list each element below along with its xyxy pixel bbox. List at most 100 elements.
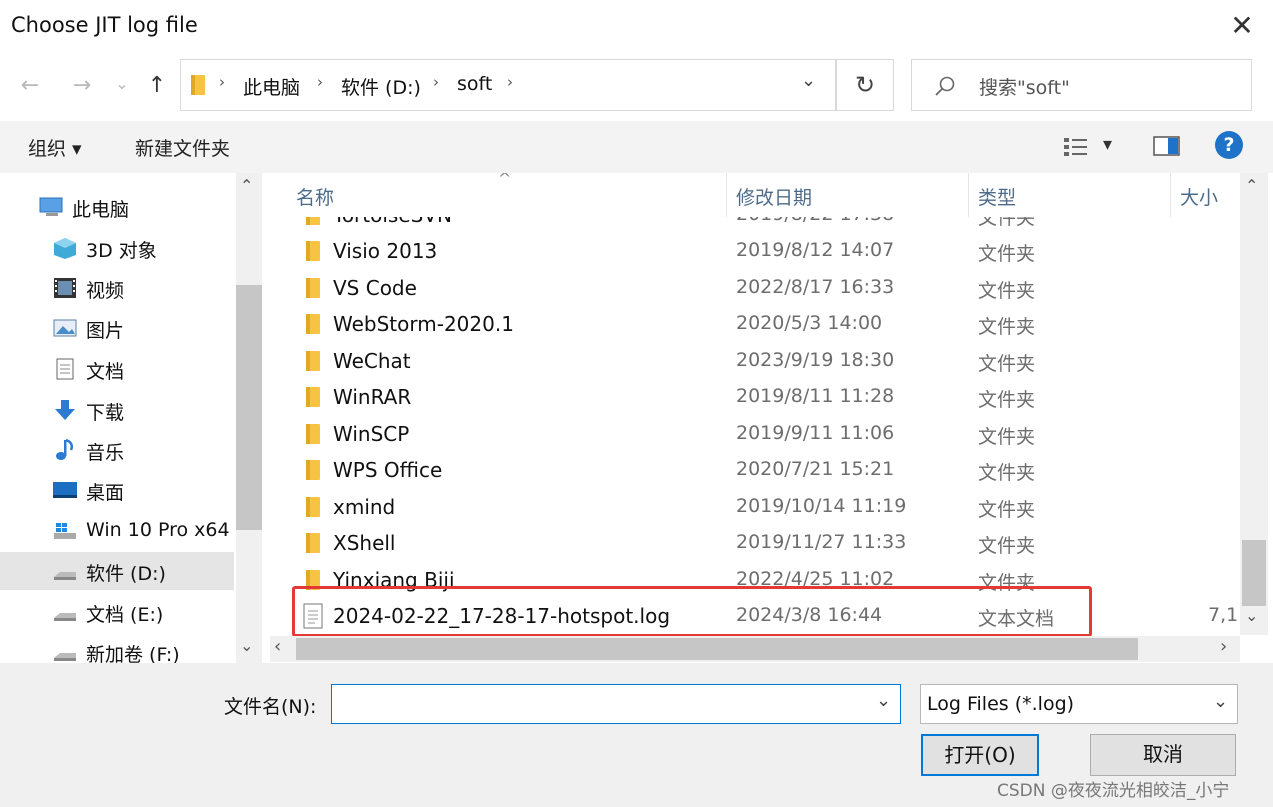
folder-icon: [306, 533, 320, 553]
sidebar-item-label: 图片: [86, 320, 125, 342]
scroll-down-icon[interactable]: ⌄: [1245, 606, 1258, 625]
refresh-icon[interactable]: ↻: [836, 59, 894, 111]
drive-icon: [54, 613, 76, 621]
sidebar-item-desktop[interactable]: 桌面: [0, 471, 236, 509]
desktop-icon: [53, 482, 77, 498]
file-modified: 2019/11/27 11:33: [736, 531, 907, 553]
file-row[interactable]: XShell 2019/11/27 11:33 文件夹: [270, 525, 1240, 561]
sidebar-scrollbar-thumb[interactable]: [236, 285, 262, 530]
open-button[interactable]: 打开(O): [921, 734, 1039, 776]
filename-label: 文件名(N):: [224, 696, 317, 718]
folder-icon: [306, 387, 320, 407]
breadcrumb-chevron-icon: ›: [219, 73, 225, 91]
breadcrumb-chevron-icon[interactable]: ›: [507, 73, 513, 91]
close-icon[interactable]: ✕: [1224, 8, 1260, 44]
filename-dropdown-icon[interactable]: ⌄: [876, 690, 891, 711]
drive-windows-icon: [54, 523, 76, 539]
file-name: XShell: [333, 531, 396, 555]
file-name: WeChat: [333, 349, 411, 373]
scroll-right-icon[interactable]: ›: [1220, 636, 1227, 657]
file-type-filter-value: Log Files (*.log): [927, 693, 1075, 715]
sidebar-item-label: 软件 (D:): [86, 563, 166, 585]
file-type: 文件夹: [978, 389, 1036, 411]
file-row[interactable]: WinRAR 2019/8/11 11:28 文件夹: [270, 379, 1240, 415]
file-name: Visio 2013: [333, 239, 438, 263]
file-row[interactable]: WPS Office 2020/7/21 15:21 文件夹: [270, 452, 1240, 488]
file-modified: 2019/8/12 14:07: [736, 239, 895, 261]
sidebar-item-label: 下载: [86, 402, 125, 424]
breadcrumb-this-pc[interactable]: 此电脑: [243, 73, 300, 100]
folder-icon: [306, 241, 320, 261]
folder-icon: [306, 424, 320, 444]
file-type: 文件夹: [978, 280, 1036, 302]
scroll-left-icon[interactable]: ‹: [274, 636, 281, 657]
sidebar-item-label: 文档 (E:): [86, 604, 164, 626]
file-modified: 2023/9/19 18:30: [736, 349, 895, 371]
address-dropdown-icon[interactable]: ⌄: [801, 70, 816, 91]
sidebar-item-drive-c[interactable]: Win 10 Pro x64: [0, 512, 236, 550]
file-type: 文件夹: [978, 535, 1036, 557]
file-type-filter[interactable]: Log Files (*.log) ⌄: [920, 684, 1238, 724]
breadcrumb-chevron-icon: ›: [317, 73, 323, 91]
sidebar-item-drive-f[interactable]: 新加卷 (F:): [0, 633, 236, 663]
search-icon: [935, 76, 955, 96]
sidebar-item-music[interactable]: 音乐: [0, 431, 236, 469]
scroll-down-icon[interactable]: ⌄: [240, 636, 253, 655]
view-dropdown-icon[interactable]: ▾: [1103, 134, 1112, 155]
folder-icon: [306, 351, 320, 371]
sidebar-item-downloads[interactable]: 下载: [0, 391, 236, 429]
address-bar[interactable]: › 此电脑 › 软件 (D:) › soft › ⌄: [180, 59, 836, 111]
column-header-size[interactable]: 大小: [1180, 183, 1218, 210]
cube-icon: [54, 238, 76, 259]
back-icon[interactable]: ←: [12, 66, 48, 106]
recent-locations-icon[interactable]: ⌄: [108, 64, 136, 104]
file-modified: 2019/8/11 11:28: [736, 385, 895, 407]
forward-icon[interactable]: →: [64, 66, 100, 106]
dialog-title: Choose JIT log file: [11, 13, 198, 37]
filter-dropdown-icon: ⌄: [1213, 691, 1229, 712]
scroll-up-icon[interactable]: ⌃: [240, 176, 253, 195]
sidebar-item-this-pc[interactable]: 此电脑: [0, 188, 236, 226]
help-icon[interactable]: ?: [1215, 131, 1243, 159]
file-row[interactable]: xmind 2019/10/14 11:19 文件夹: [270, 489, 1240, 525]
sidebar-item-documents[interactable]: 文档: [0, 350, 236, 388]
file-row[interactable]: VS Code 2022/8/17 16:33 文件夹: [270, 270, 1240, 306]
column-header-type[interactable]: 类型: [978, 183, 1016, 210]
folder-icon: [191, 75, 205, 95]
sidebar-item-drive-e[interactable]: 文档 (E:): [0, 593, 236, 631]
sidebar-item-label: 桌面: [86, 482, 125, 504]
sidebar-item-label: 新加卷 (F:): [86, 644, 180, 663]
file-row[interactable]: WinSCP 2019/9/11 11:06 文件夹: [270, 416, 1240, 452]
horizontal-scrollbar-thumb[interactable]: [296, 638, 1138, 660]
up-arrow-icon[interactable]: ↑: [140, 66, 174, 106]
cancel-button[interactable]: 取消: [1090, 734, 1236, 776]
column-separator[interactable]: [726, 173, 727, 217]
column-header-modified[interactable]: 修改日期: [736, 183, 812, 210]
view-options-icon[interactable]: [1063, 136, 1089, 158]
search-box[interactable]: 搜索"soft": [911, 59, 1252, 111]
document-icon: [56, 358, 74, 380]
file-list-scrollbar-thumb[interactable]: [1242, 540, 1266, 606]
sidebar-item-drive-d[interactable]: 软件 (D:): [0, 552, 234, 590]
file-name: WebStorm-2020.1: [333, 312, 514, 336]
file-row[interactable]: WebStorm-2020.1 2020/5/3 14:00 文件夹: [270, 306, 1240, 342]
sidebar-item-label: 3D 对象: [86, 240, 157, 262]
file-row[interactable]: WeChat 2023/9/19 18:30 文件夹: [270, 343, 1240, 379]
column-separator[interactable]: [968, 173, 969, 217]
column-header-name[interactable]: 名称: [296, 183, 334, 210]
sidebar-item-3d-objects[interactable]: 3D 对象: [0, 229, 236, 267]
column-separator[interactable]: [1170, 173, 1171, 217]
preview-pane-icon[interactable]: [1153, 135, 1181, 157]
breadcrumb-drive-d[interactable]: 软件 (D:): [341, 73, 421, 100]
drive-icon: [54, 572, 76, 580]
filename-input[interactable]: [331, 684, 901, 724]
folder-icon: [306, 314, 320, 334]
new-folder-button[interactable]: 新建文件夹: [135, 134, 230, 161]
sidebar-item-videos[interactable]: 视频: [0, 269, 236, 307]
breadcrumb-soft[interactable]: soft: [457, 73, 492, 95]
file-row[interactable]: Visio 2013 2019/8/12 14:07 文件夹: [270, 233, 1240, 269]
sidebar-item-pictures[interactable]: 图片: [0, 309, 236, 347]
scroll-up-icon[interactable]: ⌃: [1245, 176, 1258, 195]
organize-button[interactable]: 组织 ▾: [28, 134, 82, 161]
file-type: 文件夹: [978, 426, 1036, 448]
